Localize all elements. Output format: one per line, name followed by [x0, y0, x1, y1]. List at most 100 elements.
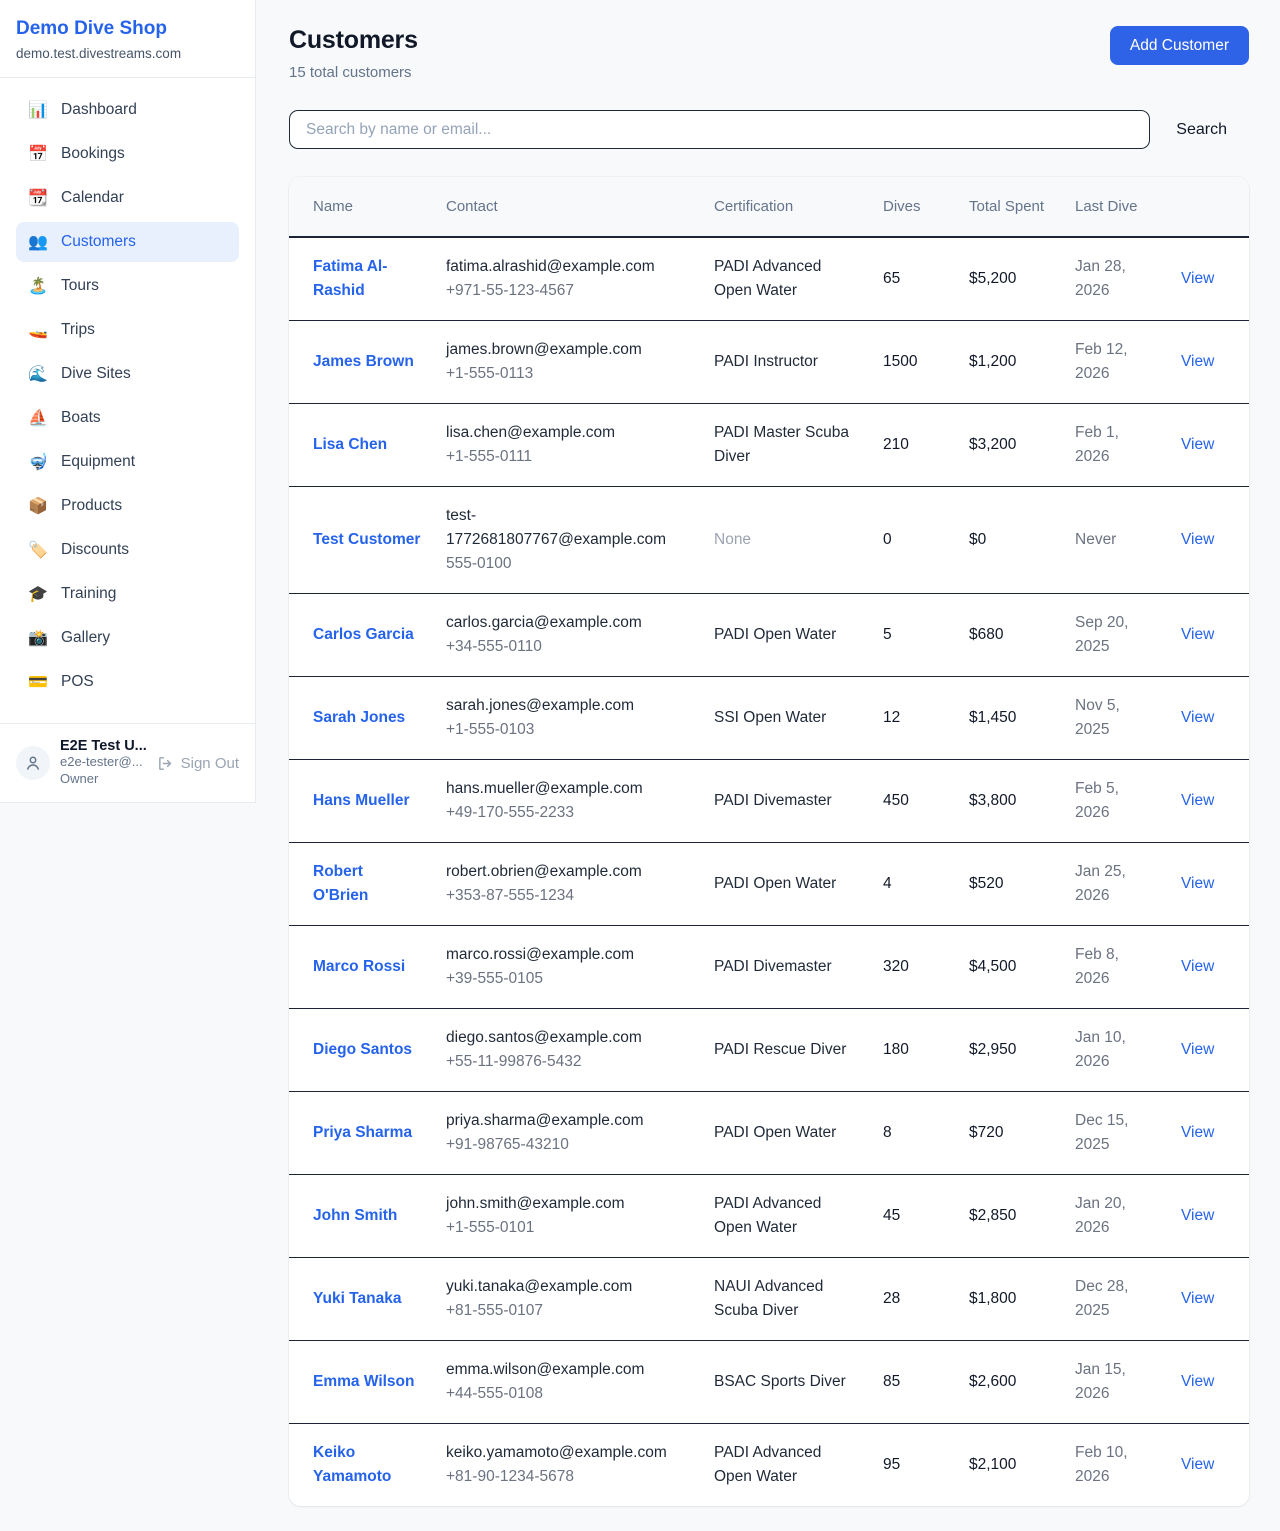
customer-email: marco.rossi@example.com	[446, 943, 690, 967]
view-customer-link[interactable]: View	[1181, 1124, 1214, 1141]
label-tag-icon: 🏷️	[28, 540, 48, 560]
sidebar-nav: 📊 Dashboard 📅 Bookings 📆 Calendar 👥 Cust…	[0, 78, 255, 723]
customer-name-link[interactable]: Hans Mueller	[313, 792, 409, 809]
sidebar-item-bookings[interactable]: 📅 Bookings	[16, 134, 239, 174]
customer-name-link[interactable]: John Smith	[313, 1207, 397, 1224]
customer-certification: NAUI Advanced Scuba Diver	[714, 1278, 823, 1319]
nav-item-label: Training	[61, 585, 116, 603]
customer-name-link[interactable]: Sarah Jones	[313, 709, 405, 726]
column-header-dives: Dives	[871, 177, 957, 237]
customer-phone: +81-555-0107	[446, 1299, 690, 1323]
view-customer-link[interactable]: View	[1181, 958, 1214, 975]
sign-out-button[interactable]: Sign Out	[157, 755, 239, 772]
customer-phone: +49-170-555-2233	[446, 801, 690, 825]
sidebar-item-dashboard[interactable]: 📊 Dashboard	[16, 90, 239, 130]
nav-item-label: Products	[61, 497, 122, 515]
customer-certification: PADI Rescue Diver	[714, 1041, 846, 1058]
user-info: E2E Test U... e2e-tester@... Owner	[60, 738, 147, 788]
view-customer-link[interactable]: View	[1181, 436, 1214, 453]
customer-last-dive: Sep 20, 2025	[1075, 614, 1128, 655]
customer-name-link[interactable]: Priya Sharma	[313, 1124, 412, 1141]
table-row: Fatima Al-Rashid fatima.alrashid@example…	[289, 237, 1249, 321]
customer-total-spent: $2,850	[969, 1207, 1016, 1224]
customer-email: yuki.tanaka@example.com	[446, 1275, 690, 1299]
sidebar-item-tours[interactable]: 🏝️ Tours	[16, 266, 239, 306]
sidebar-item-boats[interactable]: ⛵ Boats	[16, 398, 239, 438]
customer-name-link[interactable]: Fatima Al-Rashid	[313, 258, 387, 299]
sidebar-item-trips[interactable]: 🚤 Trips	[16, 310, 239, 350]
customer-phone: +1-555-0111	[446, 445, 690, 469]
customer-name-link[interactable]: Robert O'Brien	[313, 863, 368, 904]
customer-email: robert.obrien@example.com	[446, 860, 690, 884]
nav-item-label: Bookings	[61, 145, 125, 163]
customer-last-dive: Feb 12, 2026	[1075, 341, 1128, 382]
customer-name-link[interactable]: Lisa Chen	[313, 436, 387, 453]
sidebar-item-products[interactable]: 📦 Products	[16, 486, 239, 526]
customer-name-link[interactable]: Test Customer	[313, 531, 420, 548]
search-input[interactable]	[289, 110, 1150, 149]
view-customer-link[interactable]: View	[1181, 875, 1214, 892]
sidebar-item-discounts[interactable]: 🏷️ Discounts	[16, 530, 239, 570]
table-header-row: Name Contact Certification Dives Total S…	[289, 177, 1249, 237]
sidebar-item-customers[interactable]: 👥 Customers	[16, 222, 239, 262]
customer-certification: PADI Divemaster	[714, 958, 832, 975]
view-customer-link[interactable]: View	[1181, 1207, 1214, 1224]
view-customer-link[interactable]: View	[1181, 1456, 1214, 1473]
customer-certification: PADI Advanced Open Water	[714, 1444, 821, 1485]
customers-table-card: Name Contact Certification Dives Total S…	[289, 177, 1249, 1506]
island-icon: 🏝️	[28, 276, 48, 296]
customer-certification: PADI Instructor	[714, 353, 818, 370]
search-button[interactable]: Search	[1176, 121, 1227, 139]
customer-last-dive: Feb 5, 2026	[1075, 780, 1119, 821]
customer-name-link[interactable]: James Brown	[313, 353, 414, 370]
customer-dives: 450	[883, 792, 909, 809]
customer-total-spent: $3,200	[969, 436, 1016, 453]
customer-name-link[interactable]: Diego Santos	[313, 1041, 412, 1058]
customer-email: hans.mueller@example.com	[446, 777, 690, 801]
view-customer-link[interactable]: View	[1181, 1041, 1214, 1058]
customer-certification: SSI Open Water	[714, 709, 826, 726]
customer-email: priya.sharma@example.com	[446, 1109, 690, 1133]
shop-header: Demo Dive Shop demo.test.divestreams.com	[0, 0, 255, 78]
view-customer-link[interactable]: View	[1181, 792, 1214, 809]
customer-name-link[interactable]: Emma Wilson	[313, 1373, 415, 1390]
table-row: Carlos Garcia carlos.garcia@example.com …	[289, 594, 1249, 677]
view-customer-link[interactable]: View	[1181, 709, 1214, 726]
camera-flash-icon: 📸	[28, 628, 48, 648]
customer-dives: 1500	[883, 353, 917, 370]
search-row: Search	[289, 110, 1249, 149]
customer-last-dive: Dec 15, 2025	[1075, 1112, 1128, 1153]
customer-name-link[interactable]: Carlos Garcia	[313, 626, 414, 643]
view-customer-link[interactable]: View	[1181, 353, 1214, 370]
sidebar-item-pos[interactable]: 💳 POS	[16, 662, 239, 702]
view-customer-link[interactable]: View	[1181, 626, 1214, 643]
sidebar-item-training[interactable]: 🎓 Training	[16, 574, 239, 614]
customer-certification: PADI Advanced Open Water	[714, 1195, 821, 1236]
shop-title: Demo Dive Shop	[16, 18, 239, 40]
customer-dives: 65	[883, 270, 900, 287]
customer-total-spent: $520	[969, 875, 1003, 892]
sidebar: Demo Dive Shop demo.test.divestreams.com…	[0, 0, 256, 803]
customer-email: emma.wilson@example.com	[446, 1358, 690, 1382]
sidebar-item-gallery[interactable]: 📸 Gallery	[16, 618, 239, 658]
customer-total-spent: $1,800	[969, 1290, 1016, 1307]
customer-name-link[interactable]: Keiko Yamamoto	[313, 1444, 391, 1485]
customer-total-spent: $720	[969, 1124, 1003, 1141]
customer-name-link[interactable]: Marco Rossi	[313, 958, 405, 975]
customer-last-dive: Dec 28, 2025	[1075, 1278, 1128, 1319]
customer-email: carlos.garcia@example.com	[446, 611, 690, 635]
view-customer-link[interactable]: View	[1181, 531, 1214, 548]
view-customer-link[interactable]: View	[1181, 1373, 1214, 1390]
sidebar-item-dive-sites[interactable]: 🌊 Dive Sites	[16, 354, 239, 394]
sidebar-item-calendar[interactable]: 📆 Calendar	[16, 178, 239, 218]
view-customer-link[interactable]: View	[1181, 270, 1214, 287]
customer-total-spent: $2,600	[969, 1373, 1016, 1390]
sidebar-item-equipment[interactable]: 🤿 Equipment	[16, 442, 239, 482]
customer-email: test-1772681807767@example.com	[446, 504, 690, 552]
customer-phone: +55-11-99876-5432	[446, 1050, 690, 1074]
add-customer-button[interactable]: Add Customer	[1110, 26, 1249, 65]
view-customer-link[interactable]: View	[1181, 1290, 1214, 1307]
customer-name-link[interactable]: Yuki Tanaka	[313, 1290, 401, 1307]
customer-certification: PADI Open Water	[714, 626, 836, 643]
customer-last-dive: Jan 15, 2026	[1075, 1361, 1126, 1402]
